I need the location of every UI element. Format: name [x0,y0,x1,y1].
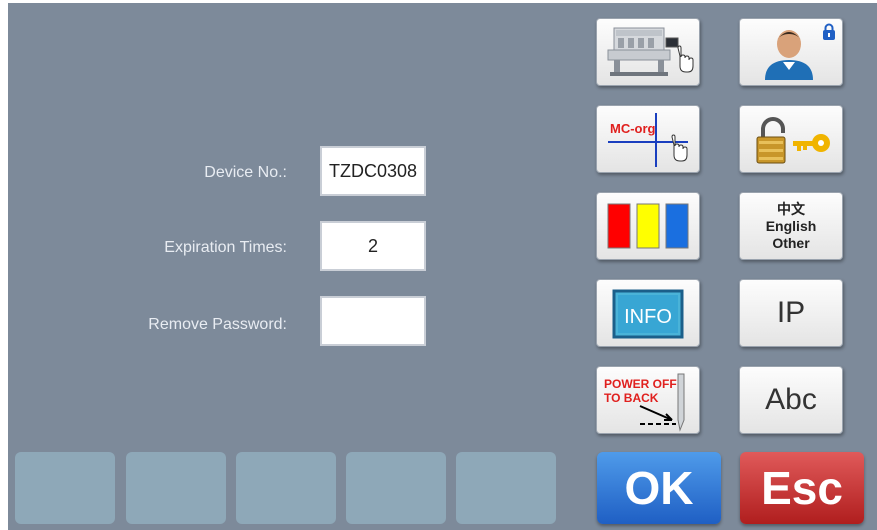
needle-icon: POWER OFF TO BACK [604,373,685,432]
ip-button[interactable]: IP [739,279,843,347]
key-icon [756,117,830,164]
color-bars-icon [607,203,689,249]
machine-settings-button[interactable] [596,18,700,86]
expiration-times-label: Expiration Times: [164,239,287,256]
power-off-text: POWER OFF [604,377,677,391]
expiration-times-field[interactable]: 2 [320,221,426,271]
to-back-text: TO BACK [604,391,659,405]
function-button-1[interactable] [15,452,115,524]
device-no-field[interactable]: TZDC0308 [320,146,426,196]
mc-org-button[interactable]: MC-org [596,105,700,173]
info-text: INFO [624,306,672,328]
language-button[interactable]: 中文 English Other [739,192,843,260]
device-no-label: Device No.: [204,164,287,181]
function-button-2[interactable] [126,452,226,524]
remove-password-label: Remove Password: [148,316,287,333]
abc-label: Abc [765,383,817,416]
abc-button[interactable]: Abc [739,366,843,434]
screen: Device No.: TZDC0308 Expiration Times: 2… [0,0,877,530]
function-button-3[interactable] [236,452,336,524]
machine-icon [607,27,694,76]
unlock-button[interactable] [739,105,843,173]
esc-label: Esc [761,462,843,514]
ok-label: OK [624,462,694,514]
mc-org-text: MC-org [610,121,656,136]
lang-chinese-text: 中文 [777,200,805,217]
ip-label: IP [776,296,806,329]
info-icon: INFO [612,289,684,339]
ok-button[interactable]: OK [597,452,721,524]
crosshair-icon: MC-org [608,113,688,167]
remove-password-field[interactable] [320,296,426,346]
esc-button[interactable]: Esc [740,452,864,524]
lang-other-text: Other [772,234,810,251]
lang-english-text: English [765,217,817,234]
info-button[interactable]: INFO [596,279,700,347]
power-off-back-button[interactable]: POWER OFF TO BACK [596,366,700,434]
color-settings-button[interactable] [596,192,700,260]
user-account-button[interactable] [739,18,843,86]
function-button-5[interactable] [456,452,556,524]
lock-icon [823,23,835,40]
function-button-4[interactable] [346,452,446,524]
